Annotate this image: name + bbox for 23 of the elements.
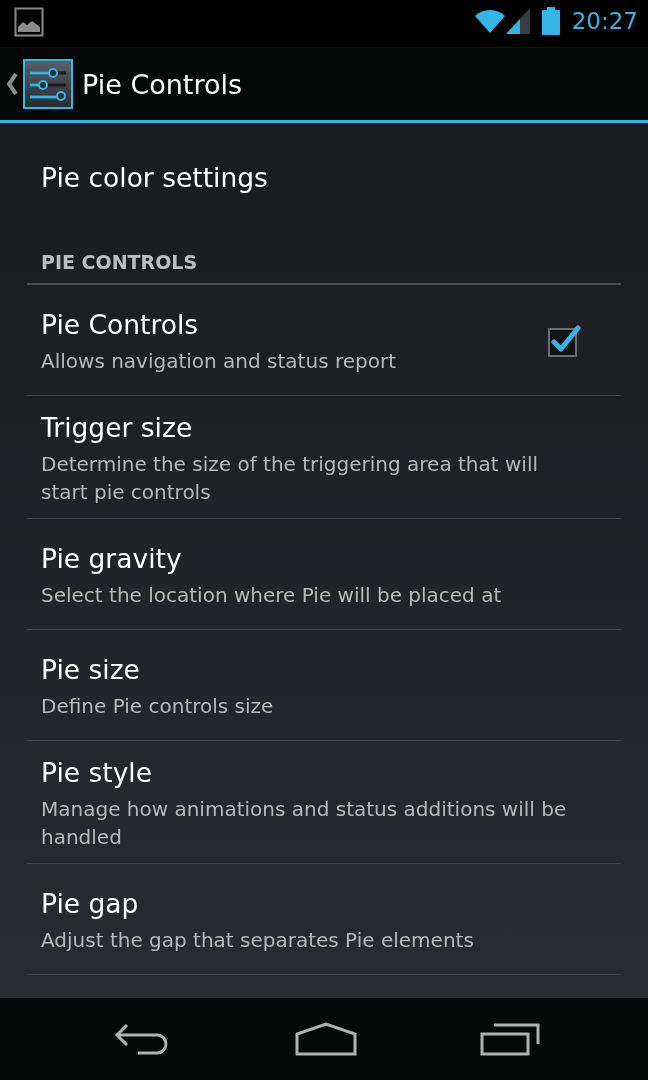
caret-icon [6,73,18,95]
preference-summary: Define Pie controls size [41,693,275,720]
category-header: PIE CONTROLS [41,250,199,274]
preference-title[interactable]: Pie Controls [41,307,547,343]
preference-summary: Manage how animations and status additions will be handled [41,796,568,851]
preference-title[interactable]: Pie size [41,652,581,688]
preference-title[interactable]: Trigger size [41,410,581,446]
preference-summary: Determine the size of the triggering area that will start pie controls [41,451,539,506]
clock: 20:27 [571,7,638,34]
preference-summary: Select the location where Pie will be placed at [41,582,503,609]
preference-title[interactable]: Pie color settings [41,160,268,196]
preference-summary: Adjust the gap that separates Pie elements [41,927,475,954]
home-icon[interactable] [294,1022,357,1056]
screen-title: Pie Controls [82,68,243,100]
preference-title[interactable]: Pie style [41,755,581,791]
preference-title[interactable]: Pie gap [41,886,581,922]
sliders-icon [23,59,73,109]
battery-icon [541,6,560,35]
preference-summary: Allows navigation and status report [41,348,397,375]
signal-icon [505,7,530,34]
image-icon [14,6,44,37]
preference-title[interactable]: Pie gravity [41,541,581,577]
recents-icon[interactable] [480,1022,540,1056]
